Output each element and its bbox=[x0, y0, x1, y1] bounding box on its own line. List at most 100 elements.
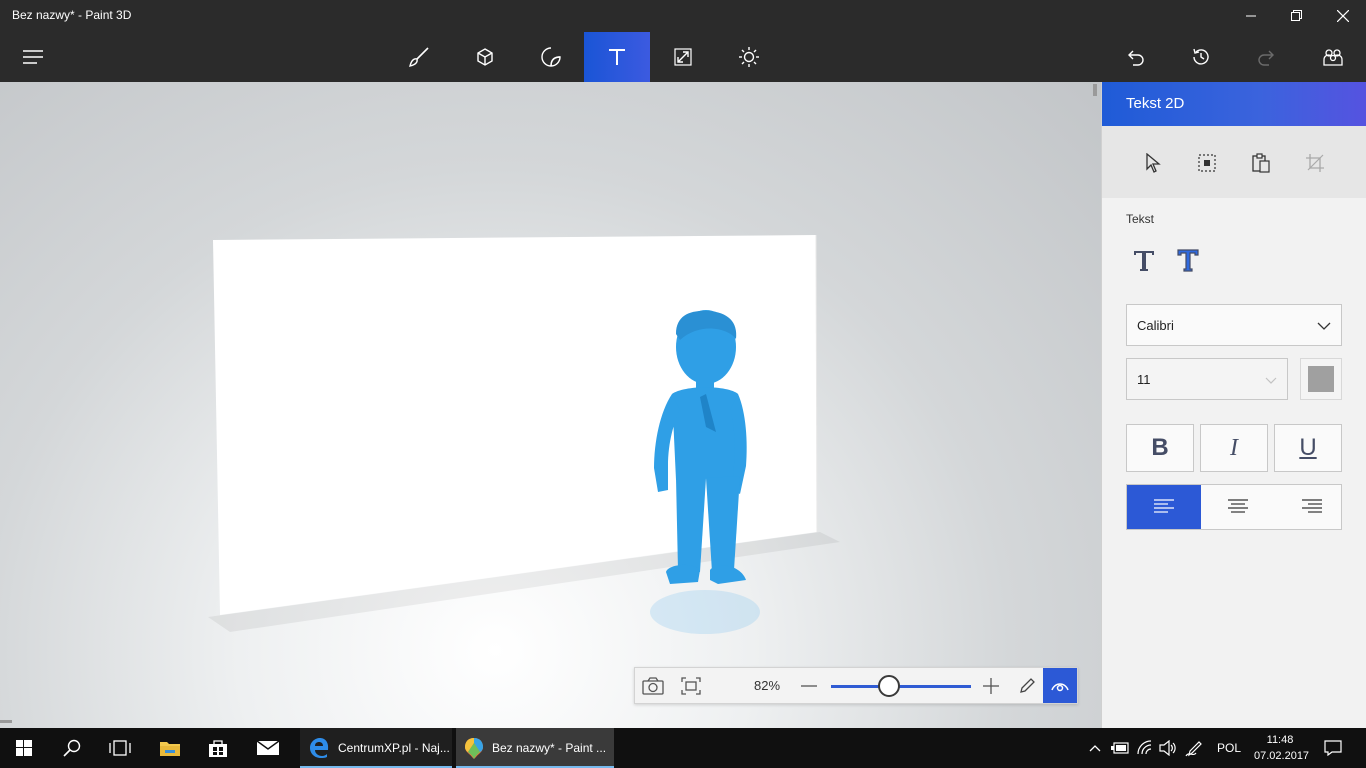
font-size-value: 11 bbox=[1137, 372, 1151, 387]
canvas-icon bbox=[674, 48, 692, 66]
font-family-value: Calibri bbox=[1137, 318, 1174, 333]
mail-icon bbox=[256, 740, 280, 755]
align-right-icon bbox=[1302, 499, 1322, 513]
tool-brushes[interactable] bbox=[386, 32, 452, 82]
paint3d-icon bbox=[465, 738, 483, 759]
panel-title: Tekst 2D bbox=[1102, 82, 1366, 126]
chevron-up-icon bbox=[1089, 745, 1101, 752]
battery-indicator[interactable] bbox=[1108, 728, 1132, 768]
tool-text[interactable] bbox=[584, 32, 650, 82]
text-color-button[interactable] bbox=[1300, 358, 1342, 400]
zoom-out-button[interactable] bbox=[791, 668, 827, 703]
remix-community-button[interactable] bbox=[1300, 32, 1366, 82]
taskbar: CentrumXP.pl - Naj... Bez nazwy* - Paint… bbox=[0, 728, 1366, 768]
redo-icon bbox=[1258, 50, 1274, 66]
taskbar-app-paint3d-label: Bez nazwy* - Paint ... bbox=[492, 741, 607, 755]
search-button[interactable] bbox=[48, 728, 96, 768]
undo-icon bbox=[1128, 50, 1144, 66]
network-indicator[interactable] bbox=[1133, 728, 1157, 768]
history-button[interactable] bbox=[1168, 32, 1234, 82]
restore-button[interactable] bbox=[1274, 0, 1320, 32]
pencil-icon bbox=[1020, 677, 1035, 693]
window-title: Bez nazwy* - Paint 3D bbox=[12, 8, 132, 22]
edit-mode-button[interactable] bbox=[1009, 668, 1045, 703]
bold-label: B bbox=[1151, 434, 1169, 461]
camera-icon bbox=[642, 676, 664, 695]
restore-icon bbox=[1291, 10, 1302, 21]
alignment-group bbox=[1126, 484, 1342, 530]
italic-button[interactable]: I bbox=[1200, 424, 1268, 472]
taskbar-app-edge[interactable]: CentrumXP.pl - Naj... bbox=[300, 728, 452, 768]
font-size-select[interactable]: 11 bbox=[1126, 358, 1288, 400]
underline-label: U bbox=[1299, 434, 1317, 461]
italic-label: I bbox=[1230, 434, 1238, 461]
align-center-button[interactable] bbox=[1201, 485, 1275, 529]
close-button[interactable] bbox=[1320, 0, 1366, 32]
bold-button[interactable]: B bbox=[1126, 424, 1194, 472]
history-icon bbox=[1193, 48, 1209, 65]
zoom-slider[interactable] bbox=[831, 685, 971, 688]
search-icon bbox=[63, 739, 81, 757]
zoom-slider-thumb[interactable] bbox=[878, 675, 900, 697]
effects-icon bbox=[739, 47, 759, 67]
stickers-icon bbox=[541, 47, 561, 67]
minimize-icon bbox=[1246, 15, 1256, 17]
file-explorer-button[interactable] bbox=[146, 728, 194, 768]
windows-logo-icon bbox=[16, 740, 32, 756]
menu-button[interactable] bbox=[0, 32, 66, 82]
select-tool-button[interactable] bbox=[1140, 150, 1166, 176]
chevron-down-icon bbox=[1317, 322, 1331, 330]
pen-ink-button[interactable] bbox=[1182, 728, 1206, 768]
title-bar: Bez nazwy* - Paint 3D bbox=[0, 0, 1366, 32]
minimize-button[interactable] bbox=[1228, 0, 1274, 32]
paste-button[interactable] bbox=[1248, 150, 1274, 176]
crop-button[interactable] bbox=[1302, 150, 1328, 176]
workspace-canvas[interactable]: 82% bbox=[0, 82, 1101, 728]
mail-button[interactable] bbox=[244, 728, 292, 768]
action-center-button[interactable] bbox=[1318, 728, 1348, 768]
2d-text-button[interactable] bbox=[1126, 244, 1162, 276]
3d-text-button[interactable] bbox=[1170, 244, 1206, 276]
cursor-icon bbox=[1146, 153, 1161, 173]
clipboard-icon bbox=[1252, 153, 1270, 173]
tool-3d-objects[interactable] bbox=[452, 32, 518, 82]
chevron-down-icon bbox=[1265, 377, 1277, 384]
scene bbox=[208, 234, 840, 634]
align-left-button[interactable] bbox=[1127, 485, 1201, 529]
tool-effects[interactable] bbox=[716, 32, 782, 82]
select-all-button[interactable] bbox=[1194, 150, 1220, 176]
show-hidden-icons-button[interactable] bbox=[1084, 728, 1106, 768]
task-view-button[interactable] bbox=[96, 728, 144, 768]
clock[interactable]: 11:48 07.02.2017 bbox=[1254, 732, 1310, 764]
horizontal-scrollbar[interactable] bbox=[0, 720, 12, 723]
align-right-button[interactable] bbox=[1275, 485, 1349, 529]
tool-canvas[interactable] bbox=[650, 32, 716, 82]
edge-browser-icon bbox=[310, 738, 329, 758]
input-language-button[interactable]: POL bbox=[1212, 728, 1246, 768]
close-icon bbox=[1337, 10, 1349, 22]
store-button[interactable] bbox=[194, 728, 242, 768]
redo-button[interactable] bbox=[1234, 32, 1300, 82]
fit-screen-icon bbox=[681, 676, 701, 695]
start-button[interactable] bbox=[0, 728, 48, 768]
volume-indicator[interactable] bbox=[1156, 728, 1180, 768]
font-family-select[interactable]: Calibri bbox=[1126, 304, 1342, 346]
fit-to-screen-button[interactable] bbox=[673, 668, 709, 703]
text-color-swatch bbox=[1308, 366, 1334, 392]
pen-workspace-icon bbox=[1185, 741, 1202, 757]
undo-button[interactable] bbox=[1102, 32, 1168, 82]
screenshot-button[interactable] bbox=[635, 668, 671, 703]
taskbar-app-edge-label: CentrumXP.pl - Naj... bbox=[338, 741, 450, 755]
store-icon bbox=[209, 740, 227, 757]
minus-icon bbox=[801, 684, 817, 687]
view-3d-toggle[interactable] bbox=[1043, 668, 1077, 703]
wifi-icon bbox=[1137, 740, 1152, 755]
zoom-in-button[interactable] bbox=[973, 668, 1009, 703]
taskbar-app-paint3d[interactable]: Bez nazwy* - Paint ... bbox=[456, 728, 614, 768]
clock-date: 07.02.2017 bbox=[1254, 750, 1310, 762]
vertical-scrollbar[interactable] bbox=[1093, 84, 1097, 96]
tool-stickers[interactable] bbox=[518, 32, 584, 82]
underline-button[interactable]: U bbox=[1274, 424, 1342, 472]
crop-icon bbox=[1306, 154, 1324, 172]
select-all-icon bbox=[1198, 154, 1216, 172]
